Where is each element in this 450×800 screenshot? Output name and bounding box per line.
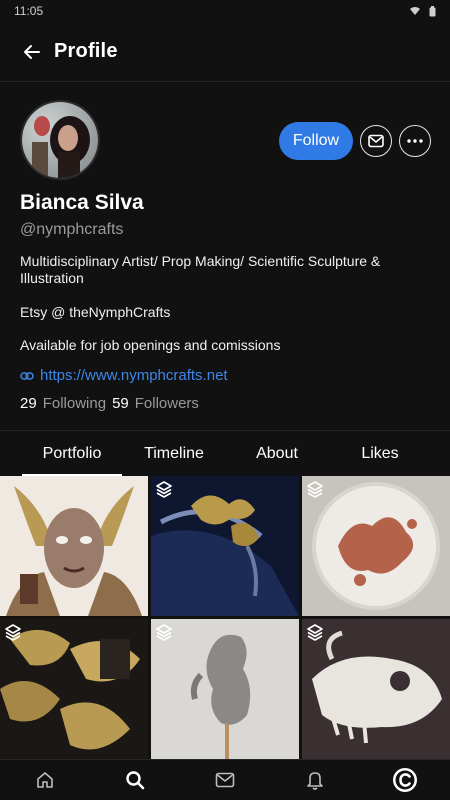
status-time: 11:05 — [14, 4, 44, 18]
portfolio-item[interactable] — [302, 619, 450, 759]
nav-profile[interactable] — [385, 762, 425, 798]
back-button[interactable] — [18, 38, 46, 66]
tab-about[interactable]: About — [227, 431, 327, 477]
more-options-button[interactable] — [399, 125, 431, 157]
link-icon — [20, 371, 34, 380]
page-title: Profile — [54, 40, 118, 62]
portfolio-item[interactable] — [0, 476, 148, 616]
mail-icon — [368, 134, 384, 148]
tab-portfolio[interactable]: Portfolio — [22, 431, 122, 477]
portfolio-grid — [0, 476, 450, 759]
follow-stats: 29 Following 59 Followers — [20, 395, 199, 412]
website-link-text: https://www.nymphcrafts.net — [40, 367, 228, 384]
profile-logo-icon — [393, 768, 417, 792]
avatar[interactable] — [20, 100, 100, 180]
wifi-icon — [410, 7, 420, 15]
nav-messages[interactable] — [205, 762, 245, 798]
mail-icon — [215, 772, 235, 788]
bio-availability: Available for job openings and comission… — [20, 337, 281, 353]
portfolio-item[interactable] — [151, 476, 299, 616]
multiple-images-icon — [156, 481, 172, 498]
battery-icon — [429, 5, 436, 16]
follow-button[interactable]: Follow — [279, 122, 353, 160]
home-icon — [37, 772, 53, 788]
multiple-images-icon — [156, 624, 172, 641]
bottom-navigation — [0, 759, 450, 800]
nav-search[interactable] — [115, 762, 155, 798]
following-label[interactable]: Following — [43, 395, 106, 412]
message-button[interactable] — [360, 125, 392, 157]
profile-tabs: Portfolio Timeline About Likes — [0, 430, 450, 476]
profile-handle: @nymphcrafts — [20, 221, 124, 238]
nav-notifications[interactable] — [295, 762, 335, 798]
bell-icon — [307, 772, 323, 790]
portfolio-item[interactable] — [302, 476, 450, 616]
avatar-photo — [22, 102, 98, 178]
tab-timeline[interactable]: Timeline — [124, 431, 224, 477]
website-link[interactable]: https://www.nymphcrafts.net — [20, 367, 228, 384]
top-app-bar: Profile — [0, 22, 450, 82]
tab-likes[interactable]: Likes — [330, 431, 430, 477]
portfolio-item[interactable] — [151, 619, 299, 759]
arrow-left-icon — [24, 44, 40, 59]
followers-count[interactable]: 59 — [112, 395, 129, 412]
status-icons — [409, 5, 436, 17]
more-horizontal-icon — [407, 139, 423, 143]
nav-home[interactable] — [25, 762, 65, 798]
bio-etsy: Etsy @ theNymphCrafts — [20, 304, 171, 320]
bio-description: Multidisciplinary Artist/ Prop Making/ S… — [20, 253, 381, 286]
following-count[interactable]: 29 — [20, 395, 37, 412]
followers-label[interactable]: Followers — [135, 395, 199, 412]
artwork-thumbnail — [0, 476, 148, 616]
multiple-images-icon — [5, 624, 21, 641]
multiple-images-icon — [307, 624, 323, 641]
search-icon — [126, 771, 145, 790]
status-bar: 11:05 — [0, 0, 450, 22]
portfolio-item[interactable] — [0, 619, 148, 759]
multiple-images-icon — [307, 481, 323, 498]
profile-name: Bianca Silva — [20, 191, 144, 214]
